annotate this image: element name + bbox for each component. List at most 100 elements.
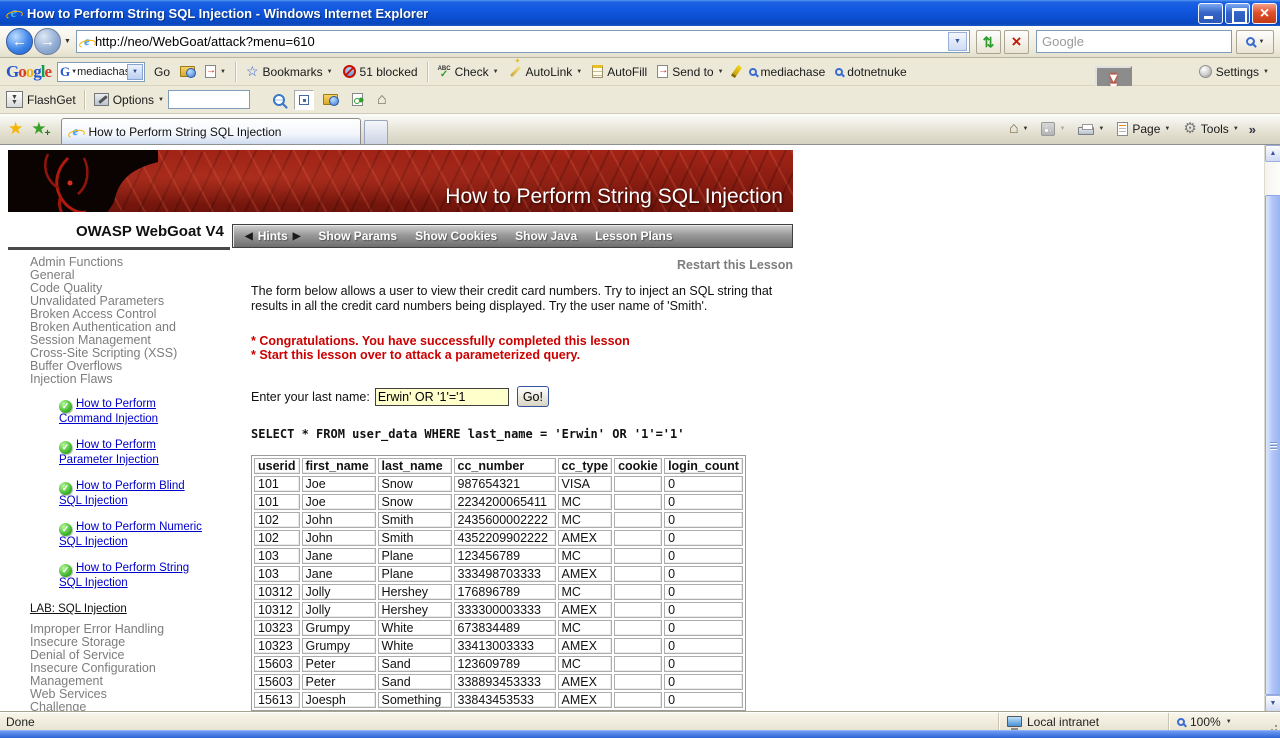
cell-last-name: Plane <box>378 548 452 564</box>
add-favorite-button[interactable]: ★ <box>31 119 46 139</box>
sidebar-item-insecure-configuration-management[interactable]: Insecure Configuration Management <box>30 662 212 688</box>
security-zone-panel: Local intranet <box>998 713 1168 730</box>
scroll-down-button[interactable]: ▼ <box>1265 695 1280 712</box>
capture-button[interactable] <box>294 90 314 110</box>
popup-blocker-button[interactable]: 51 blocked <box>338 62 423 82</box>
lesson-link-how-to-perform-parameter-injection[interactable]: How to Perform Parameter Injection <box>59 439 159 466</box>
flashget-label[interactable]: FlashGet <box>27 93 76 107</box>
history-dropdown-icon[interactable]: ▼ <box>62 38 76 45</box>
sendto-button[interactable]: Send to ▼ <box>652 62 728 82</box>
command-bar: ⌂▼ ▼ ▼ Page▼ ⚙Tools▼ » <box>1004 114 1272 144</box>
favorites-center-button[interactable]: ★ <box>8 119 23 139</box>
dotnetnuke-button[interactable]: dotnetnuke <box>830 62 911 82</box>
menu-item-show-params[interactable]: Show Params <box>318 229 397 243</box>
search-go-button[interactable]: ▼ <box>1236 30 1274 54</box>
hints-next-icon[interactable]: ▶ <box>293 231 301 242</box>
sidebar-item-injection-flaws[interactable]: Injection Flaws <box>30 373 212 386</box>
searchbox-value[interactable]: mediachase <box>77 66 127 78</box>
google-search-input[interactable] <box>1036 30 1232 53</box>
spellcheck-button[interactable]: ABC✓ Check ▼ <box>433 62 504 82</box>
spellcheck-icon: ABC✓ <box>438 66 451 78</box>
bookmarks-button[interactable]: ☆ Bookmarks ▼ <box>241 60 338 83</box>
address-bar[interactable]: e ▼ <box>76 30 970 53</box>
web-search-button[interactable] <box>268 91 290 109</box>
options-label[interactable]: Options <box>113 93 154 107</box>
cell-userid: 102 <box>254 530 300 546</box>
cell-cookie <box>614 584 662 600</box>
lastname-input[interactable] <box>375 388 509 406</box>
settings-button[interactable]: Settings ▼ <box>1194 62 1274 82</box>
search-site-button[interactable] <box>175 63 200 80</box>
lesson-link-how-to-perform-numeric-sql-injection[interactable]: How to Perform Numeric SQL Injection <box>59 521 202 548</box>
home-button[interactable]: ⌂▼ <box>1004 118 1034 140</box>
stop-button[interactable]: × <box>1004 30 1029 54</box>
download-page-button[interactable] <box>347 90 368 109</box>
close-button[interactable]: × <box>1252 3 1277 24</box>
scrollbar-thumb[interactable] <box>1265 195 1280 695</box>
hints-prev-icon[interactable]: ◀ <box>245 231 253 242</box>
autolink-wand-icon <box>509 66 520 77</box>
site-explorer-button[interactable] <box>318 91 343 108</box>
cell-login-count: 0 <box>664 548 743 564</box>
mediachase-button[interactable]: mediachase <box>744 62 831 82</box>
hints-control[interactable]: ◀ Hints ▶ <box>245 229 300 243</box>
table-row: 101JoeSnow2234200065411MC0 <box>254 494 743 510</box>
lesson-link-how-to-perform-string-sql-injection[interactable]: How to Perform String SQL Injection <box>59 562 189 589</box>
cell-cc-type: MC <box>558 494 613 510</box>
caret-down-icon[interactable]: ▼ <box>158 97 164 103</box>
search-images-button[interactable]: ▼ <box>200 62 231 81</box>
searchbox-dropdown-button[interactable]: ▼ <box>127 64 143 80</box>
search-site-icon <box>180 66 195 77</box>
tools-menu-button[interactable]: ⚙Tools▼ <box>1178 118 1243 140</box>
overflow-chevron-icon[interactable]: » <box>1247 122 1258 137</box>
menu-item-hints[interactable]: Hints <box>258 229 288 243</box>
go-submit-button[interactable]: Go! <box>517 386 549 407</box>
minimize-button[interactable] <box>1198 3 1223 24</box>
sidebar-item-broken-authentication-and-session-management[interactable]: Broken Authentication and Session Manage… <box>30 321 212 347</box>
lastname-form: Enter your last name: Go! <box>251 386 793 407</box>
flashget-home-button[interactable]: ⌂ <box>372 90 392 110</box>
tab-active[interactable]: e How to Perform String SQL Injection <box>61 118 361 144</box>
menu-item-show-cookies[interactable]: Show Cookies <box>415 229 497 243</box>
new-tab-button[interactable] <box>364 120 388 144</box>
menu-item-show-java[interactable]: Show Java <box>515 229 577 243</box>
cell-last-name: Plane <box>378 566 452 582</box>
highlighter-button[interactable] <box>729 62 744 81</box>
scroll-up-button[interactable]: ▲ <box>1265 145 1280 162</box>
refresh-button[interactable]: ⇅ <box>976 30 1001 54</box>
feeds-button[interactable]: ▼ <box>1036 118 1070 140</box>
sidebar-item-challenge[interactable]: Challenge <box>30 701 212 712</box>
autofill-button[interactable]: AutoFill <box>587 62 652 82</box>
address-dropdown-button[interactable]: ▼ <box>948 32 967 51</box>
cell-login-count: 0 <box>664 620 743 636</box>
cell-first-name: Grumpy <box>302 620 376 636</box>
zoom-control[interactable]: 100% ▼ <box>1168 713 1264 730</box>
flashget-input[interactable] <box>168 90 250 109</box>
lesson-link-how-to-perform-blind-sql-injection[interactable]: How to Perform Blind SQL Injection <box>59 480 185 507</box>
table-row: 15603PeterSand338893453333AMEX0 <box>254 674 743 690</box>
google-searchbox[interactable]: G ▼ mediachase ▼ <box>57 62 145 82</box>
autolink-button[interactable]: AutoLink ▼ <box>504 62 588 82</box>
go-button[interactable]: Go <box>149 62 175 82</box>
page-menu-button[interactable]: Page▼ <box>1112 118 1175 140</box>
lesson-link-how-to-perform-command-injection[interactable]: How to Perform Command Injection <box>59 398 158 425</box>
gear-icon: ⚙ <box>1183 122 1196 136</box>
menu-item-lesson-plans[interactable]: Lesson Plans <box>595 229 672 243</box>
back-button[interactable]: ← <box>6 28 33 55</box>
maximize-button[interactable] <box>1225 3 1250 24</box>
print-button[interactable]: ▼ <box>1073 119 1109 139</box>
lesson-item-how-to-perform-parameter-injection: ✓How to Perform Parameter Injection <box>44 439 206 467</box>
cell-cookie <box>614 602 662 618</box>
vertical-scrollbar[interactable]: ▲ ▼ <box>1264 145 1280 712</box>
cell-last-name: Snow <box>378 494 452 510</box>
cell-userid: 10312 <box>254 584 300 600</box>
dotnetnuke-search-icon <box>835 68 843 76</box>
url-input[interactable] <box>95 34 948 49</box>
sidebar-item-lab-sql-injection[interactable]: LAB: SQL Injection <box>30 603 242 615</box>
cell-userid: 102 <box>254 512 300 528</box>
resize-grip[interactable] <box>1264 713 1280 730</box>
restart-lesson-link[interactable]: Restart this Lesson <box>251 258 793 272</box>
cell-first-name: Peter <box>302 656 376 672</box>
table-row: 102JohnSmith4352209902222AMEX0 <box>254 530 743 546</box>
forward-button[interactable]: → <box>34 28 61 55</box>
